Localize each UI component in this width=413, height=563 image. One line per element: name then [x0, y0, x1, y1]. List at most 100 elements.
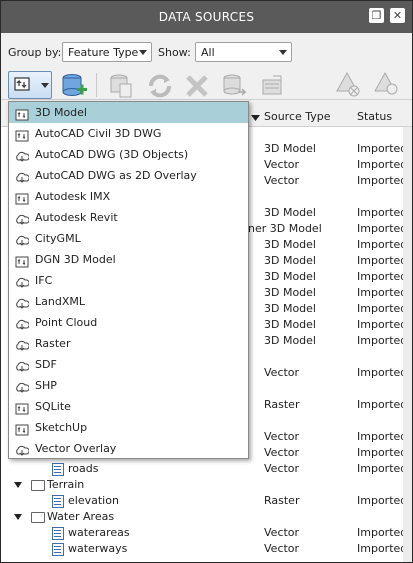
row-name: roads	[68, 462, 99, 475]
dropdown-item[interactable]: SDF	[9, 354, 248, 375]
tree-row-waterways[interactable]: waterways Vector Imported	[1, 541, 412, 557]
show-select[interactable]: All	[195, 42, 292, 62]
collapse-arrow-icon[interactable]	[14, 482, 22, 488]
dropdown-item[interactable]: CityGML	[9, 228, 248, 249]
connect-icon	[14, 77, 49, 91]
sort-arrow-icon[interactable]	[251, 112, 260, 125]
dropdown-item[interactable]: SHP	[9, 375, 248, 396]
dropdown-item[interactable]: SQLite	[9, 396, 248, 417]
dropdown-item-label: Vector Overlay	[35, 442, 117, 455]
dropdown-item-label: AutoCAD DWG as 2D Overlay	[35, 169, 197, 182]
dropdown-item-label: Raster	[35, 337, 71, 350]
dropdown-item[interactable]: AutoCAD DWG (3D Objects)	[9, 144, 248, 165]
remove-icon[interactable]	[183, 72, 211, 100]
row-source-type: Vector	[264, 542, 300, 555]
row-source-type: Vector	[264, 446, 300, 459]
row-status: Imported	[357, 542, 408, 555]
row-status: Imported	[357, 158, 408, 171]
dropdown-item-label: AutoCAD DWG (3D Objects)	[35, 148, 189, 161]
close-icon[interactable]: ✕	[390, 8, 405, 23]
folder-icon	[31, 512, 45, 523]
column-source-type[interactable]: Source Type	[264, 110, 331, 123]
tree-row-water-areas[interactable]: Water Areas	[1, 509, 412, 525]
dropdown-item-label: 3D Model	[35, 106, 87, 119]
dropdown-item[interactable]: AutoCAD Civil 3D DWG	[9, 123, 248, 144]
row-status: Imported	[357, 526, 408, 539]
restore-window-icon[interactable]: ❐	[369, 8, 384, 23]
row-source-type: 3D Model	[264, 254, 316, 267]
column-status[interactable]: Status	[357, 110, 392, 123]
row-source-type: Vector	[264, 430, 300, 443]
tree-row-terrain[interactable]: Terrain	[1, 477, 412, 493]
tree-row-roads[interactable]: roads Vector Imported	[1, 461, 412, 477]
row-source-type: Vector	[264, 158, 300, 171]
dropdown-item[interactable]: Autodesk IMX	[9, 186, 248, 207]
row-status: Imported	[357, 270, 408, 283]
cloud-connect-icon	[15, 170, 30, 183]
show-value: All	[201, 46, 215, 59]
dropdown-item[interactable]: Autodesk Revit	[9, 207, 248, 228]
group-by-value: Feature Type	[68, 46, 139, 59]
dropdown-item[interactable]: Raster	[9, 333, 248, 354]
row-status: Imported	[357, 206, 408, 219]
remove-style-icon[interactable]	[335, 71, 363, 99]
row-source-type: Vector	[264, 462, 300, 475]
row-status: Imported	[357, 398, 408, 411]
row-name: waterways	[68, 542, 128, 555]
title-bar: DATA SOURCES ❐ ✕	[1, 1, 412, 33]
panel-title: DATA SOURCES	[158, 10, 255, 24]
data-sources-panel: DATA SOURCES ❐ ✕ Group by: Feature Type …	[0, 0, 413, 563]
row-name: waterareas	[68, 526, 130, 539]
dropdown-item[interactable]: IFC	[9, 270, 248, 291]
dropdown-item[interactable]: Vector Overlay	[9, 438, 248, 459]
dropdown-item-label: SHP	[35, 379, 57, 392]
connect-icon	[15, 254, 29, 268]
dropdown-item[interactable]: LandXML	[9, 291, 248, 312]
tree-row-elevation[interactable]: elevation Raster Imported	[1, 493, 412, 509]
connect-icon	[15, 191, 29, 205]
dropdown-item-label: CityGML	[35, 232, 81, 245]
chevron-down-icon	[139, 50, 147, 55]
file-icon	[52, 543, 64, 556]
file-icon	[52, 495, 64, 508]
cloud-connect-icon	[15, 317, 30, 330]
cloud-connect-icon	[15, 296, 30, 309]
refresh-icon[interactable]	[146, 72, 174, 100]
row-status: Imported	[357, 318, 408, 331]
cloud-connect-icon	[15, 380, 30, 393]
row-source-type: 3D Model	[264, 318, 316, 331]
row-status: Imported	[357, 494, 408, 507]
dropdown-item[interactable]: DGN 3D Model	[9, 249, 248, 270]
export-data-icon[interactable]	[221, 72, 249, 100]
row-status: Imported	[357, 366, 408, 379]
row-status: Imported	[357, 462, 408, 475]
connect-icon	[15, 107, 29, 121]
dropdown-item[interactable]: AutoCAD DWG as 2D Overlay	[9, 165, 248, 186]
dropdown-item-label: IFC	[35, 274, 53, 287]
folder-icon	[31, 480, 45, 491]
row-source-type: Vector	[264, 526, 300, 539]
row-status: Imported	[357, 430, 408, 443]
dropdown-item-label: AutoCAD Civil 3D DWG	[35, 127, 162, 140]
dropdown-item[interactable]: SketchUp	[9, 417, 248, 438]
tree-row-waterareas[interactable]: waterareas Vector Imported	[1, 525, 412, 541]
vertical-scrollbar[interactable]	[403, 127, 412, 562]
data-properties-icon[interactable]	[109, 72, 135, 100]
row-source-type: 3D Model	[264, 334, 316, 347]
row-name: elevation	[68, 494, 119, 507]
chevron-down-icon	[279, 50, 287, 55]
collapse-arrow-icon[interactable]	[14, 514, 22, 520]
configure-icon[interactable]	[259, 72, 287, 100]
style-icon[interactable]	[373, 71, 401, 99]
row-source-type: 3D Model	[264, 142, 316, 155]
group-by-select[interactable]: Feature Type	[62, 42, 152, 62]
dropdown-item[interactable]: Point Cloud	[9, 312, 248, 333]
add-data-source-icon[interactable]	[60, 72, 88, 100]
row-source-type: Raster	[264, 398, 300, 411]
group-by-label: Group by:	[8, 46, 62, 59]
cloud-connect-icon	[15, 275, 30, 288]
file-icon	[52, 463, 64, 476]
dropdown-item[interactable]: 3D Model	[9, 102, 248, 123]
show-label: Show:	[158, 46, 191, 59]
connect-source-button[interactable]	[8, 71, 52, 99]
